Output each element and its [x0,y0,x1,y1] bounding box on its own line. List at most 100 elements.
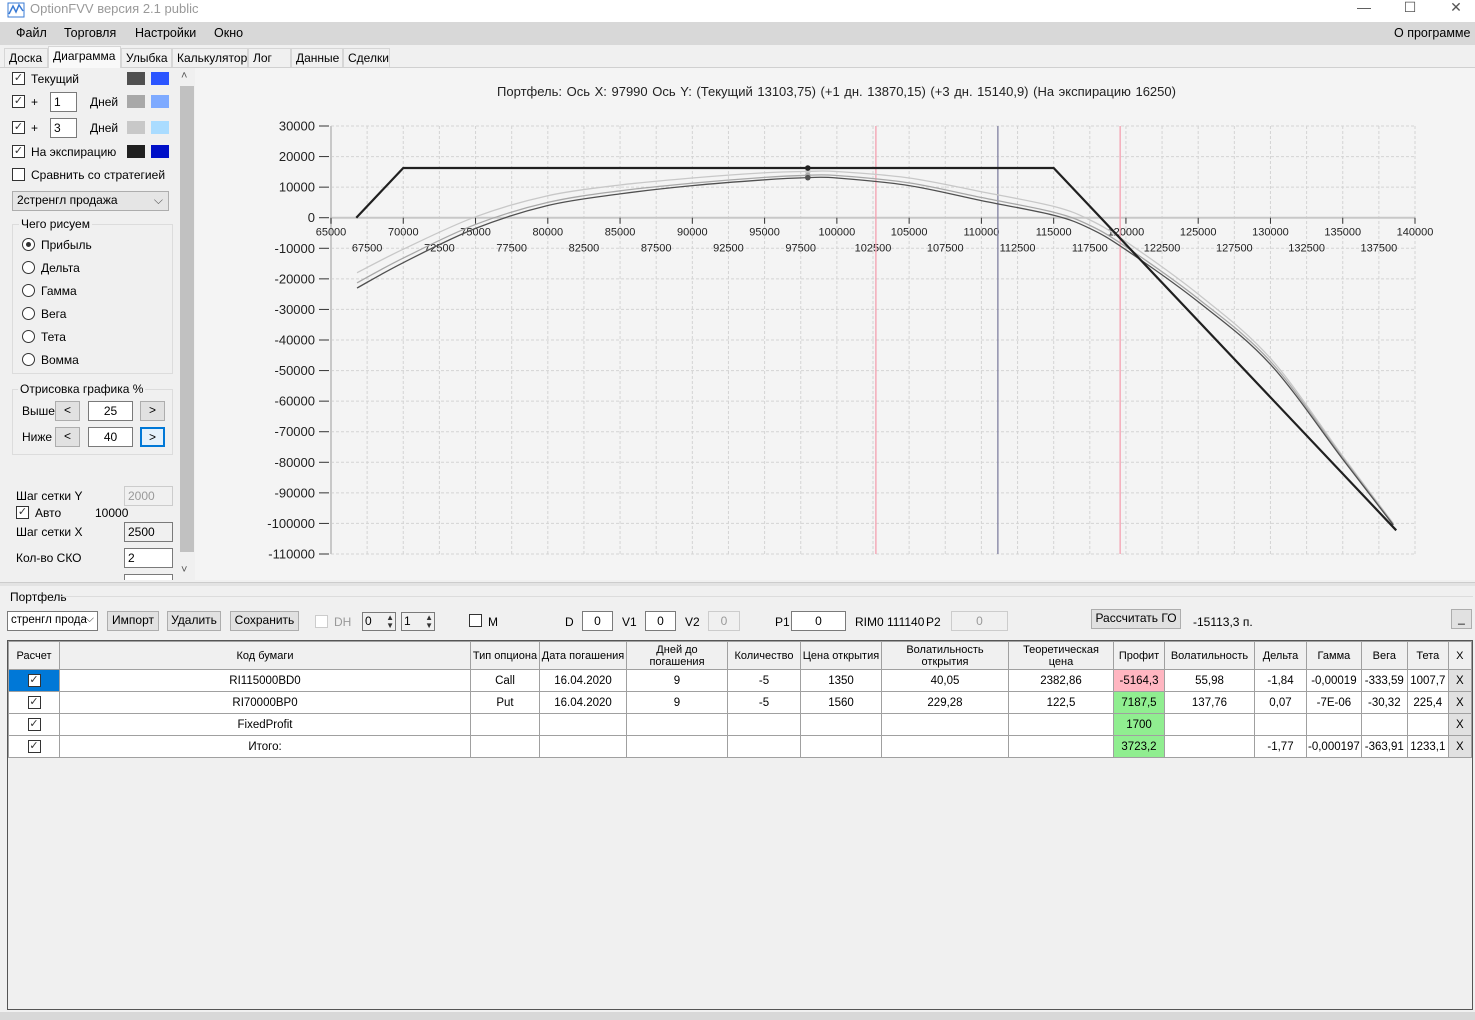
close-button[interactable]: ✕ [1433,0,1475,16]
calc-cell[interactable]: ✓ [8,691,60,714]
column-header[interactable]: Дней до погашения [626,641,728,670]
menu-settings[interactable]: Настройки [135,26,196,40]
remove-row-button[interactable]: X [1447,735,1472,758]
cell-date[interactable]: 16.04.2020 [539,691,627,714]
plus1-days-input[interactable]: 1 [50,92,77,112]
below-decrease-button[interactable]: < [55,427,80,447]
cell-price[interactable]: 1560 [800,691,882,714]
menu-file[interactable]: Файл [16,26,47,40]
cell-theta[interactable]: 1007,7 [1406,669,1449,692]
expiration-color-swatch[interactable] [127,145,145,158]
spin-0[interactable]: 0 ▲ ▼ [362,612,396,631]
cell-theta[interactable] [1406,713,1449,736]
chart-area[interactable]: 30000 20000 10000 0 -10000 -20000 -30000 -40000… [195,68,1475,580]
cell-theo[interactable] [1008,735,1114,758]
cell-theta[interactable]: 225,4 [1406,691,1449,714]
calc-checkbox[interactable]: ✓ [27,740,41,753]
plus1-color-swatch[interactable] [127,95,145,108]
radio-delta[interactable] [22,261,35,274]
d-input[interactable]: 0 [582,611,613,631]
tab-calculator[interactable]: Калькулятор [172,48,248,67]
cell-delta[interactable]: -1,84 [1254,669,1307,692]
cell-delta[interactable]: -1,77 [1254,735,1307,758]
radio-gamma[interactable] [22,284,35,297]
cell-code[interactable]: Итого: [59,735,471,758]
column-header[interactable]: Код бумаги [59,641,471,670]
calc-checkbox[interactable]: ✓ [27,718,41,731]
plus3-color-swatch[interactable] [127,121,145,134]
cell-vol[interactable]: 55,98 [1164,669,1255,692]
column-header[interactable]: Расчет [8,641,60,670]
calc-cell[interactable]: ✓ [8,735,60,758]
below-increase-button[interactable]: > [140,427,165,447]
cell-vol[interactable] [1164,713,1255,736]
cell-type[interactable] [470,713,540,736]
cell-theta[interactable]: 1233,1 [1406,735,1449,758]
cell-profit[interactable]: 3723,2 [1113,735,1165,758]
column-header[interactable]: Профит [1113,641,1165,670]
minimize-button[interactable]: — [1341,0,1387,16]
plus3-alt-color-swatch[interactable] [151,121,169,134]
column-header[interactable]: Цена открытия [800,641,882,670]
column-header[interactable]: Теоретическая цена [1008,641,1114,670]
menu-trading[interactable]: Торговля [64,26,116,40]
below-input[interactable]: 40 [88,427,133,447]
radio-vomma[interactable] [22,353,35,366]
v2-input[interactable]: 0 [708,611,740,631]
cell-vol[interactable] [1164,735,1255,758]
calc-cell[interactable]: ✓ [8,669,60,692]
cell-gamma[interactable]: -0,00019 [1306,669,1362,692]
cell-vega[interactable]: -30,32 [1360,691,1408,714]
cell-qty[interactable]: -5 [727,691,801,714]
current-alt-color-swatch[interactable] [151,72,169,85]
delete-button[interactable]: Удалить [167,611,221,631]
tab-data[interactable]: Данные [291,48,343,67]
table-row[interactable]: ✓ Итого: 3723,2 -1,77 -0,000197 -363,91 1233,1… [8,735,1472,758]
column-header[interactable]: Вега [1360,641,1408,670]
cell-delta[interactable]: 0,07 [1254,691,1307,714]
cell-type[interactable]: Put [470,691,540,714]
column-header[interactable]: Гамма [1306,641,1362,670]
cell-date[interactable]: 16.04.2020 [539,669,627,692]
cell-days[interactable] [626,713,728,736]
cell-days[interactable] [626,735,728,758]
p1-input[interactable]: 0 [791,611,846,631]
current-color-swatch[interactable] [127,72,145,85]
above-decrease-button[interactable]: < [55,401,80,421]
menu-about[interactable]: О программе [1394,26,1470,40]
cell-qty[interactable] [727,713,801,736]
radio-theta[interactable] [22,330,35,343]
cell-code[interactable]: RI70000BP0 [59,691,471,714]
above-increase-button[interactable]: > [140,401,165,421]
column-header[interactable]: Тип опциона [470,641,540,670]
table-row[interactable]: ✓ FixedProfit 1700 X [8,713,1472,736]
tab-diagram[interactable]: Диаграмма [48,46,121,68]
cell-price[interactable] [800,735,882,758]
calculate-margin-button[interactable]: Рассчитать ГО [1091,609,1181,629]
scroll-down-icon[interactable]: ˅ [181,564,187,576]
cell-type[interactable]: Call [470,669,540,692]
tab-board[interactable]: Доска [4,48,48,67]
column-header[interactable]: X [1447,641,1472,670]
calc-cell[interactable]: ✓ [8,713,60,736]
sko-input[interactable]: 2 [124,548,173,568]
cell-vol-open[interactable] [881,735,1009,758]
expiration-checkbox[interactable]: ✓ [12,145,25,158]
cell-price[interactable]: 1350 [800,669,882,692]
plus3-checkbox[interactable]: ✓ [12,121,25,134]
collapse-button[interactable]: _ [1451,609,1472,629]
strategy-select[interactable]: 2стренгл продажа ⌵ [12,191,169,211]
plus3-days-input[interactable]: 3 [50,118,77,138]
table-row[interactable]: ✓ RI70000BP0 Put 16.04.2020 9 -5 1560 229,28 122… [8,691,1472,714]
portfolio-select[interactable]: стренгл прода ⌵ [7,611,98,631]
cell-type[interactable] [470,735,540,758]
grid-x-input[interactable]: 2500 [124,522,173,542]
spin-arrows-icon[interactable]: ▲ ▼ [425,614,433,630]
cell-vol-open[interactable]: 40,05 [881,669,1009,692]
tab-smile[interactable]: Улыбка [121,48,172,67]
cell-theo[interactable] [1008,713,1114,736]
table-row[interactable]: ✓ RI115000BD0 Call 16.04.2020 9 -5 1350 40,05 23… [8,669,1472,692]
scroll-up-icon[interactable]: ˄ [181,70,187,82]
cell-price[interactable] [800,713,882,736]
column-header[interactable]: Дата погашения [539,641,627,670]
